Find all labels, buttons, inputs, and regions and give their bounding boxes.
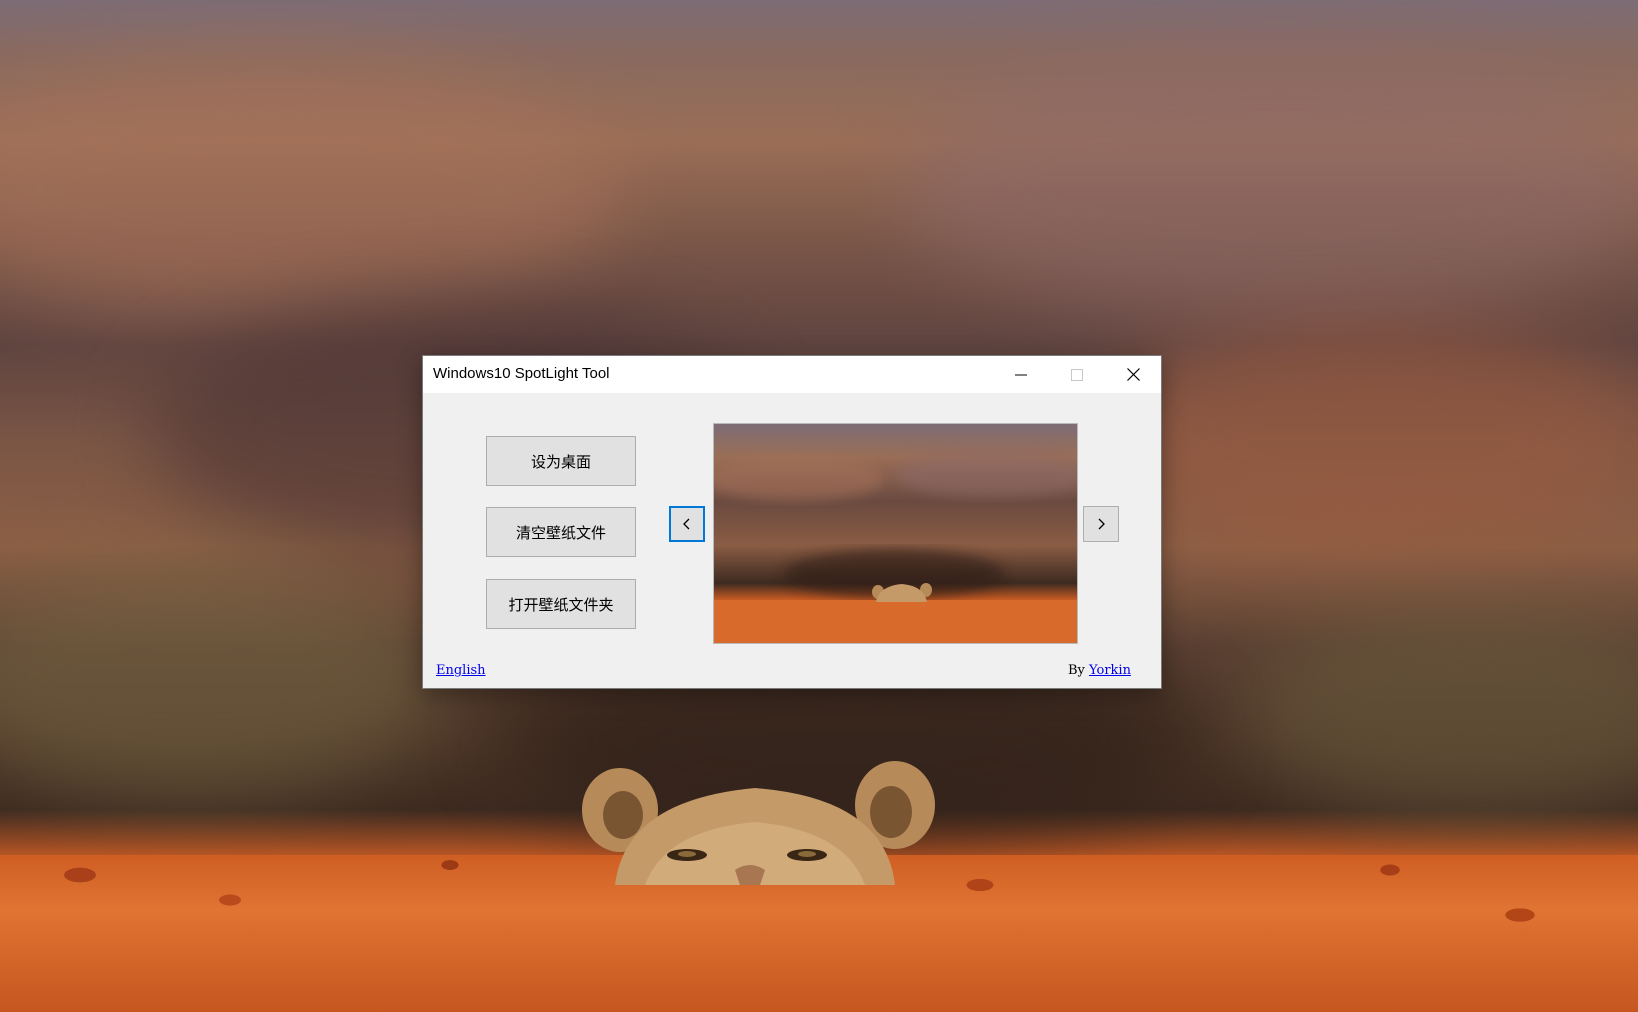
next-wallpaper-button[interactable]: [1083, 506, 1119, 542]
close-icon: [1126, 368, 1140, 381]
title-bar[interactable]: Windows10 SpotLight Tool: [423, 356, 1161, 393]
author-credit: By Yorkin: [1068, 663, 1131, 678]
clear-wallpaper-files-button[interactable]: 清空壁纸文件: [486, 507, 636, 557]
chevron-right-icon: [1098, 518, 1105, 530]
maximize-icon: [1071, 368, 1083, 381]
open-wallpaper-folder-button[interactable]: 打开壁纸文件夹: [486, 579, 636, 629]
set-desktop-button[interactable]: 设为桌面: [486, 436, 636, 486]
by-label: By: [1068, 663, 1085, 678]
minimize-icon: [1015, 374, 1027, 375]
window-title: Windows10 SpotLight Tool: [433, 365, 610, 382]
maximize-button: [1049, 356, 1105, 393]
chevron-left-icon: [683, 518, 690, 530]
lioness-image: [575, 760, 940, 885]
author-link[interactable]: Yorkin: [1089, 663, 1131, 678]
app-window: Windows10 SpotLight Tool 设为桌面 清空壁纸文件 打开壁…: [422, 355, 1162, 689]
previous-wallpaper-button[interactable]: [669, 506, 705, 542]
close-button[interactable]: [1105, 356, 1161, 393]
wallpaper-preview: [713, 423, 1078, 644]
english-language-link[interactable]: English: [436, 663, 486, 678]
minimize-button[interactable]: [993, 356, 1049, 393]
